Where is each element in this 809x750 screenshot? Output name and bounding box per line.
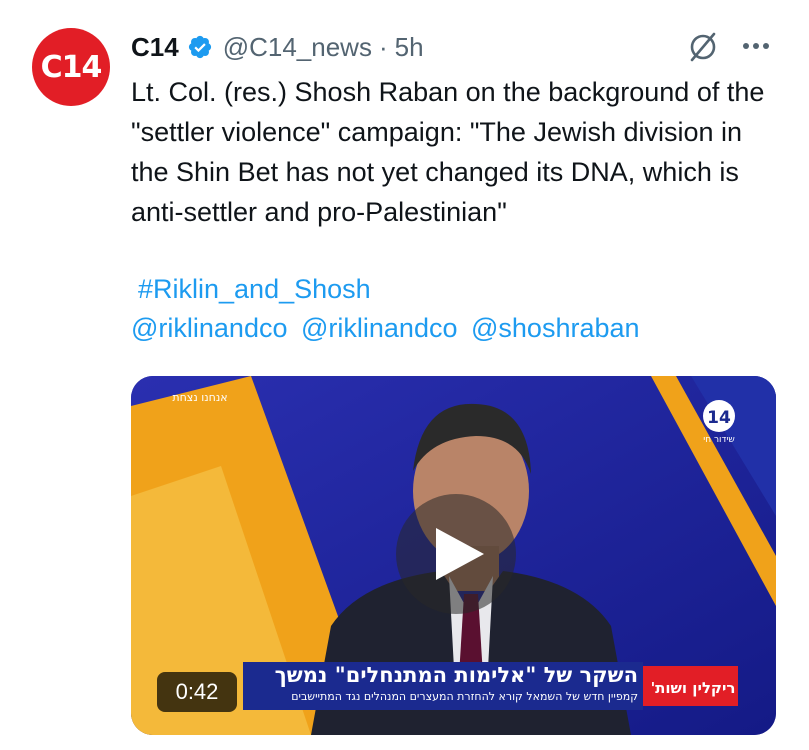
verified-badge-icon bbox=[188, 35, 211, 59]
channel-logo: 14 שידור חי bbox=[697, 398, 747, 446]
more-icon[interactable] bbox=[738, 28, 774, 64]
avatar[interactable]: C14 bbox=[32, 28, 110, 106]
video-headline: השקר של "אלימות המתנחלים" נמשך bbox=[274, 663, 638, 687]
display-name[interactable]: C14 bbox=[131, 32, 179, 63]
video-duration: 0:42 bbox=[157, 672, 237, 712]
channel-sub: שידור חי bbox=[703, 435, 735, 445]
channel-logo-icon: 14 שידור חי bbox=[703, 400, 735, 445]
separator-dot: · bbox=[378, 31, 388, 62]
mention-link[interactable]: @shoshraban bbox=[471, 313, 640, 343]
hashtag-link[interactable]: #Riklin_and_Shosh bbox=[138, 274, 371, 305]
tweet-text: Lt. Col. (res.) Shosh Raban on the backg… bbox=[131, 77, 765, 227]
show-label: ריקלין ושות' bbox=[650, 679, 736, 697]
timestamp[interactable]: 5h bbox=[395, 32, 424, 63]
channel-number: 14 bbox=[707, 408, 731, 428]
video-subline: קמפיין חדש של השמאל קורא להחזרת המעצרים … bbox=[291, 690, 638, 703]
tweet-header: C14 @C14_news · 5h bbox=[131, 30, 424, 64]
avatar-text: C14 bbox=[40, 49, 103, 85]
play-icon bbox=[436, 528, 484, 580]
mention-link[interactable]: @riklinandco bbox=[131, 313, 287, 343]
play-button[interactable] bbox=[396, 494, 516, 614]
user-handle[interactable]: @C14_news bbox=[223, 32, 372, 63]
top-left-logo: אנחנו נצחת bbox=[172, 391, 228, 404]
grok-icon[interactable] bbox=[686, 30, 720, 64]
mention-link[interactable]: @riklinandco bbox=[301, 313, 457, 343]
mentions: @riklinandco @riklinandco @shoshraban bbox=[131, 313, 646, 344]
